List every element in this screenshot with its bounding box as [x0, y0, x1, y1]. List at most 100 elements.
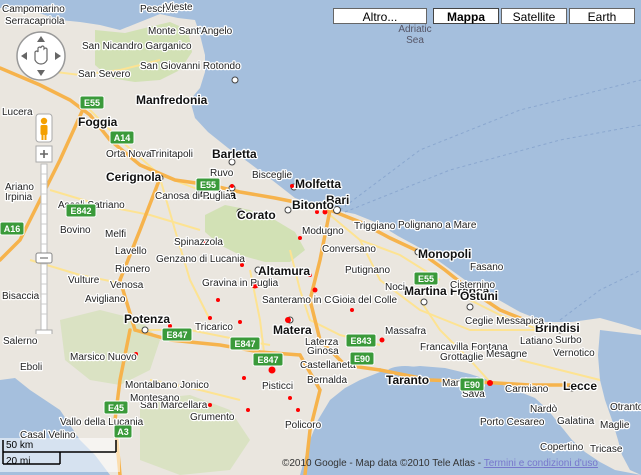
highway-shield-label: A14 [114, 133, 131, 143]
place-label: Ceglie Messapica [465, 316, 544, 327]
scale-bar: 50 km 20 mi [0, 438, 120, 472]
highway-shield: E45 [103, 400, 129, 415]
place-label: Bernalda [307, 375, 347, 386]
place-label: Lucera [2, 107, 33, 118]
place-label: Canosa di Puglia [155, 191, 231, 202]
highway-shield-label: E842 [70, 206, 91, 216]
scale-mi: 20 mi [6, 456, 31, 467]
place-label: Surbo [555, 335, 582, 346]
place-label: Potenza [124, 312, 170, 326]
place-label: Ariano [5, 182, 34, 193]
place-label: Ruvo [210, 168, 234, 179]
place-label: Porto Cesareo [480, 417, 545, 428]
highway-shield-label: E90 [464, 380, 480, 390]
place-label: San Nicandro Garganico [82, 41, 192, 52]
place-label: San Giovanni Rotondo [140, 61, 241, 72]
place-label: Avigliano [85, 294, 126, 305]
place-label: Copertino [540, 442, 584, 453]
place-label: Bitonto [292, 198, 334, 212]
place-label: Galatina [557, 416, 595, 427]
highway-shield: E90 [459, 377, 485, 392]
place-label: Bovino [60, 225, 91, 236]
place-label: Bisceglie [252, 170, 292, 181]
highway-shield: E842 [65, 203, 97, 218]
highway-shield: E55 [195, 177, 221, 192]
sea-label-line2: Sea [406, 35, 424, 46]
place-label: Carmiano [505, 384, 549, 395]
place-label: Policoro [285, 420, 322, 431]
place-label: Eboli [20, 362, 42, 373]
place-label: Cerignola [106, 170, 162, 184]
place-label: Spinazzola [174, 237, 223, 248]
place-label: Vieste [165, 2, 193, 13]
place-label: Marsico Nuovo [70, 352, 137, 363]
place-label: Monte Sant'Angelo [148, 26, 233, 37]
highway-shield: E90 [349, 351, 375, 366]
satellite-button[interactable]: Satellite [501, 8, 567, 24]
place-label: Grottaglie [440, 352, 484, 363]
zoom-slider-handle[interactable] [35, 252, 53, 264]
place-label: Pisticci [262, 381, 293, 392]
highway-shield-label: E55 [418, 274, 434, 284]
earth-button[interactable]: Earth [569, 8, 635, 24]
mappa-button[interactable]: Mappa [433, 8, 499, 24]
place-label: Melfi [105, 229, 126, 240]
place-label: Putignano [345, 265, 390, 276]
place-label: Ostuni [460, 289, 498, 303]
place-label: Taranto [386, 373, 429, 387]
altro-button[interactable]: Altro... [333, 8, 427, 24]
place-label: Serracapriola [5, 16, 65, 27]
place-label: Rionero [115, 264, 150, 275]
place-label: Matera [273, 323, 312, 337]
highway-shield-label: E90 [354, 354, 370, 364]
place-label: Trinitapoli [150, 149, 193, 160]
terms-link[interactable]: Termini e condizioni d'uso [484, 458, 598, 469]
place-label: Gravina in Puglia [202, 278, 279, 289]
highway-shield-label: E55 [200, 180, 216, 190]
place-label: Nardò [530, 404, 558, 415]
highway-shield-label: E847 [234, 339, 255, 349]
highway-shield: E55 [413, 271, 439, 286]
highway-shield: E847 [252, 352, 284, 367]
scale-km: 50 km [6, 440, 34, 451]
place-label: Foggia [78, 115, 118, 129]
copyright: ©2010 Google - Map data ©2010 Tele Atlas… [282, 458, 598, 469]
map-canvas[interactable]: Adriatic Sea CampomarinoSerracapriolaSan… [0, 0, 641, 475]
place-label: Genzano di Lucania [156, 254, 245, 265]
place-label: Monopoli [418, 247, 471, 261]
map-type-control: Altro... Mappa Satellite Earth [333, 8, 635, 26]
place-label: Salerno [3, 336, 38, 347]
copyright-text: ©2010 Google - Map data ©2010 Tele Atlas… [282, 458, 482, 469]
zoom-out-button[interactable] [35, 329, 53, 334]
place-label: Barletta [212, 147, 257, 161]
place-label: Campomarino [2, 4, 65, 15]
highway-shield-label: E843 [350, 336, 371, 346]
place-label: Lavello [115, 246, 147, 257]
place-label: Tricase [590, 444, 623, 455]
place-label: Venosa [110, 280, 144, 291]
place-label: Grumento [190, 412, 235, 423]
pan-control[interactable] [15, 30, 67, 82]
highway-shield: A3 [113, 424, 133, 439]
place-label: Vulture [68, 275, 100, 286]
place-label: Latiano [520, 336, 553, 347]
place-label: Gioia del Colle [332, 295, 397, 306]
highway-shield-label: E55 [84, 98, 100, 108]
highway-shield-label: E45 [108, 403, 124, 413]
place-label: Manfredonia [136, 93, 208, 107]
highway-shield: E55 [79, 95, 105, 110]
place-label: Cisternino [450, 280, 495, 291]
place-label: Laterza [305, 337, 339, 348]
zoom-control[interactable] [34, 98, 54, 334]
place-label: Maglie [600, 420, 630, 431]
zoom-in-button[interactable] [35, 145, 53, 163]
pegman-icon[interactable] [35, 113, 53, 143]
place-label: Molfetta [295, 177, 341, 191]
highway-shield-label: E847 [166, 330, 187, 340]
place-label: Montesano [130, 393, 180, 404]
place-label: San Severo [78, 69, 131, 80]
zoom-slider-track[interactable] [40, 163, 48, 331]
place-label: Noci [385, 282, 405, 293]
place-label: Mesagne [486, 349, 528, 360]
place-label: Triggiano [354, 221, 396, 232]
